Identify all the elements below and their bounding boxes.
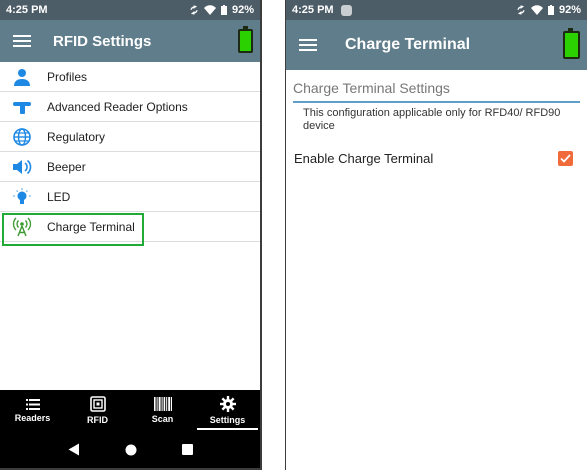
list-item-charge-terminal[interactable]: Charge Terminal [0, 212, 260, 246]
menu-icon[interactable] [299, 39, 317, 51]
reader-battery-icon [238, 26, 253, 53]
battery-small-icon [220, 5, 227, 15]
status-bar: 4:25 PM 92% [286, 0, 587, 20]
list-item-advanced-reader-options[interactable]: Advanced Reader Options [0, 92, 260, 122]
globe-icon [11, 126, 33, 148]
rfid-tag-icon [89, 396, 106, 412]
home-icon[interactable] [125, 444, 137, 456]
notification-icon [340, 4, 352, 16]
reader-battery-icon [563, 28, 580, 59]
check-icon [560, 154, 571, 163]
recents-icon[interactable] [181, 444, 193, 455]
nav-label: Scan [151, 414, 174, 424]
antenna-icon [11, 216, 33, 238]
list-item-label: Profiles [47, 69, 88, 84]
system-navigation-bar [0, 431, 260, 468]
list-item-label: LED [47, 189, 71, 204]
nav-label: Readers [14, 412, 51, 423]
status-battery-percent: 92% [231, 4, 254, 16]
status-bar: 4:25 PM 92% [0, 0, 260, 20]
enable-charge-terminal-label: Enable Charge Terminal [294, 151, 434, 166]
wifi-icon [203, 5, 216, 15]
list-item-led[interactable]: LED [0, 182, 260, 212]
nav-label: RFID [87, 415, 108, 425]
page-title: Charge Terminal [345, 36, 471, 53]
list-item-profiles[interactable]: Profiles [0, 62, 260, 92]
settings-list: Profiles Advanced Reader Options Regulat… [0, 62, 260, 246]
wifi-icon [530, 5, 543, 15]
app-bar: Charge Terminal [286, 20, 587, 70]
list-icon [25, 398, 40, 410]
page-title: RFID Settings [53, 32, 152, 50]
bottom-navigation: Readers RFID Scan Settings [0, 390, 260, 431]
person-icon [11, 66, 33, 88]
status-icons: 92% [516, 4, 581, 16]
sync-icon [517, 5, 525, 15]
applicability-note: This configuration applicable only for R… [303, 107, 561, 132]
nav-readers[interactable]: Readers [0, 390, 65, 431]
list-item-label: Beeper [47, 159, 86, 174]
rfid-settings-screen: 4:25 PM 92% RFID Settings Profiles Advan… [0, 0, 262, 470]
menu-icon[interactable] [13, 35, 31, 47]
nav-settings[interactable]: Settings [195, 390, 260, 431]
back-icon[interactable] [68, 443, 80, 456]
speaker-icon [11, 156, 33, 178]
barcode-icon [153, 397, 172, 411]
charge-terminal-screen: 4:25 PM 92% Charge Terminal Charge Termi… [285, 0, 587, 470]
reader-icon [11, 96, 33, 118]
enable-charge-terminal-row[interactable]: Enable Charge Terminal [294, 151, 573, 166]
section-title: Charge Terminal Settings [293, 80, 580, 103]
nav-rfid[interactable]: RFID [65, 390, 130, 431]
nav-label: Settings [209, 415, 246, 425]
list-item-label: Regulatory [47, 129, 106, 144]
gear-icon [219, 396, 236, 412]
status-battery-percent: 92% [558, 4, 581, 16]
list-item-label: Charge Terminal [47, 219, 135, 234]
enable-charge-terminal-checkbox[interactable] [558, 151, 573, 166]
sync-icon [190, 5, 198, 15]
list-item-label: Advanced Reader Options [47, 99, 188, 114]
app-bar: RFID Settings [0, 20, 260, 62]
status-icons: 92% [189, 4, 254, 16]
status-time: 4:25 PM [6, 4, 48, 16]
battery-small-icon [547, 5, 554, 15]
bulb-icon [11, 186, 33, 208]
list-item-beeper[interactable]: Beeper [0, 152, 260, 182]
nav-scan[interactable]: Scan [130, 390, 195, 431]
list-item-regulatory[interactable]: Regulatory [0, 122, 260, 152]
status-time: 4:25 PM [292, 4, 334, 16]
